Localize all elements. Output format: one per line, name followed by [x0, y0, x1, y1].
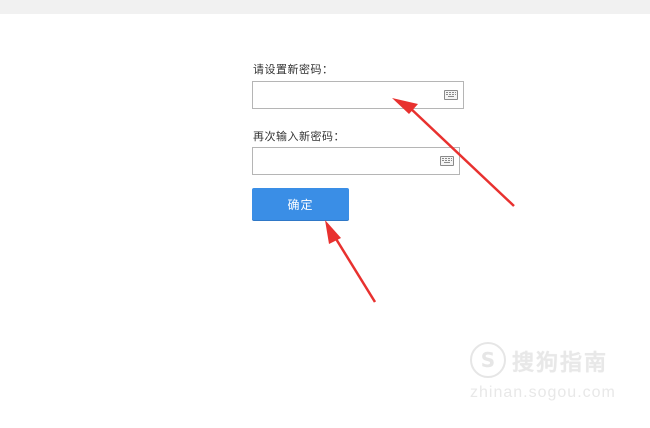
watermark-subtitle: zhinan.sogou.com [470, 384, 616, 401]
watermark-title: 搜狗指南 [512, 351, 609, 376]
confirm-password-field[interactable] [252, 147, 460, 175]
new-password-label: 请设置新密码： [253, 63, 334, 76]
confirm-password-label: 再次输入新密码： [253, 130, 345, 143]
confirm-button[interactable]: 确定 [252, 188, 349, 220]
top-band [0, 0, 650, 14]
new-password-field[interactable] [252, 81, 464, 109]
new-password-input[interactable] [253, 82, 445, 108]
keyboard-icon[interactable] [444, 90, 458, 100]
keyboard-icon[interactable] [440, 156, 454, 166]
arrow-to-confirm-button [325, 220, 377, 303]
sogou-logo-icon: S [470, 342, 506, 378]
confirm-password-input[interactable] [253, 148, 445, 174]
